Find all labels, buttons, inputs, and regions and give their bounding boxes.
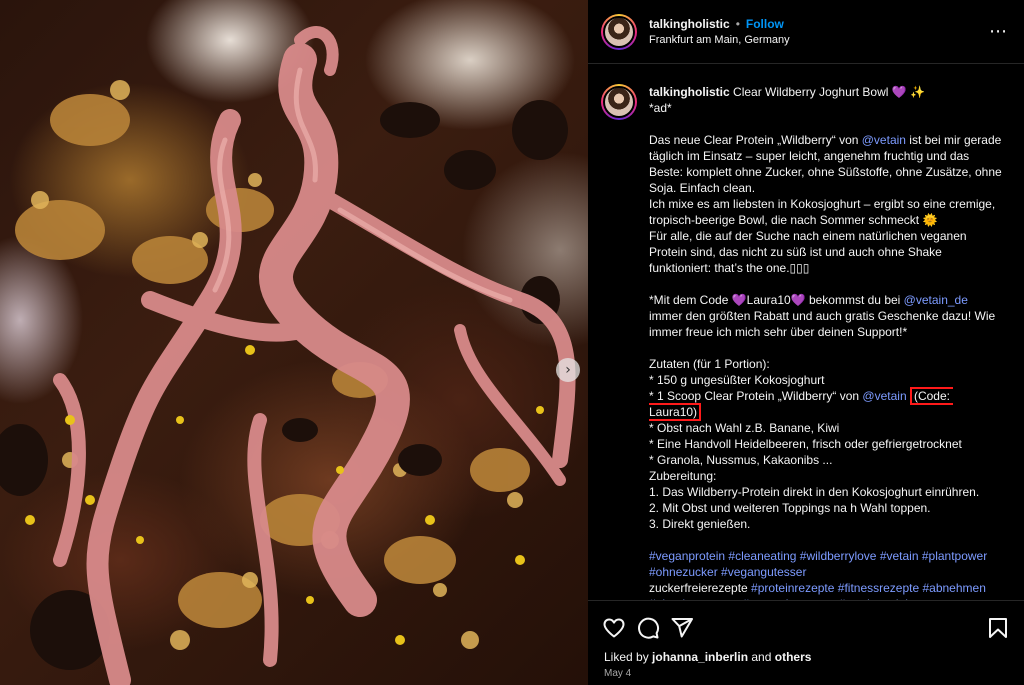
separator-dot: • xyxy=(735,17,740,31)
mention-vetain-de[interactable]: @vetain_de xyxy=(904,293,968,307)
follow-button[interactable]: Follow xyxy=(746,17,784,31)
caption-paragraph-2: Ich mixe es am liebsten in Kokosjoghurt … xyxy=(649,197,999,227)
ingredient-item: * 150 g ungesüßter Kokosjoghurt xyxy=(649,373,825,387)
ingredients-title: Zutaten (für 1 Portion): xyxy=(649,357,770,371)
carousel-next-button[interactable]: › xyxy=(556,358,580,382)
ingredient-item: * Granola, Nussmus, Kakaonibs ... xyxy=(649,453,833,467)
post-header: talkingholistic • Follow Frankfurt am Ma… xyxy=(588,0,1024,64)
liked-by-user[interactable]: johanna_inberlin xyxy=(652,650,748,664)
comment-icon[interactable] xyxy=(636,616,660,640)
liked-by-others[interactable]: others xyxy=(775,650,812,664)
more-options-icon[interactable]: ⋯ xyxy=(989,21,1008,42)
bookmark-icon[interactable] xyxy=(986,616,1010,640)
ingredient-item: * Eine Handvoll Heidelbeeren, frisch ode… xyxy=(649,437,962,451)
caption-text: talkingholistic Clear Wildberry Joghurt … xyxy=(649,84,1003,600)
hashtags[interactable]: zuckerfreierezepte #proteinrezepte #fitn… xyxy=(649,580,1003,600)
ingredient-item: * Obst nach Wahl z.B. Banane, Kiwi xyxy=(649,421,840,435)
post-image[interactable]: › xyxy=(0,0,588,685)
preparation-step: 3. Direkt genießen. xyxy=(649,517,751,531)
author-username[interactable]: talkingholistic xyxy=(649,17,730,31)
post-location[interactable]: Frankfurt am Main, Germany xyxy=(649,34,989,46)
caption-scroll-area[interactable]: talkingholistic Clear Wildberry Joghurt … xyxy=(588,72,1024,600)
hashtags[interactable]: #veganprotein #cleaneating #wildberrylov… xyxy=(649,548,1003,580)
caption-paragraph-3: Für alle, die auf der Suche nach einem n… xyxy=(649,229,970,275)
food-photo-illustration xyxy=(0,26,576,685)
preparation-step: 2. Mit Obst und weiteren Toppings na h W… xyxy=(649,501,931,515)
author-avatar[interactable] xyxy=(601,13,637,50)
chevron-right-icon: › xyxy=(565,362,571,378)
heart-icon[interactable] xyxy=(602,616,626,640)
caption-username[interactable]: talkingholistic xyxy=(649,85,730,99)
preparation-step: 1. Das Wildberry-Protein direkt in den K… xyxy=(649,485,980,499)
discount-code-paragraph: *Mit dem Code 💜Laura10💜 bekommst du bei … xyxy=(649,293,999,339)
caption-title: Clear Wildberry Joghurt Bowl 💜 ✨ xyxy=(733,85,925,99)
mention-vetain[interactable]: @vetain xyxy=(862,133,906,147)
post-details-panel: talkingholistic • Follow Frankfurt am Ma… xyxy=(588,0,1024,685)
caption-paragraph-1: Das neue Clear Protein „Wildberry“ von @… xyxy=(649,133,1006,195)
post-date[interactable]: May 4 xyxy=(588,664,1024,679)
ingredient-item: * 1 Scoop Clear Protein „Wildberry“ von … xyxy=(649,387,954,421)
mention-vetain[interactable]: @vetain xyxy=(862,389,906,403)
ad-label: *ad* xyxy=(649,101,672,115)
caption-author-avatar[interactable] xyxy=(601,84,637,120)
likes-summary: Liked by johanna_inberlin and others xyxy=(604,650,812,664)
post-actions: Liked by johanna_inberlin and others May… xyxy=(588,600,1024,685)
preparation-title: Zubereitung: xyxy=(649,469,717,483)
share-icon[interactable] xyxy=(670,616,694,640)
